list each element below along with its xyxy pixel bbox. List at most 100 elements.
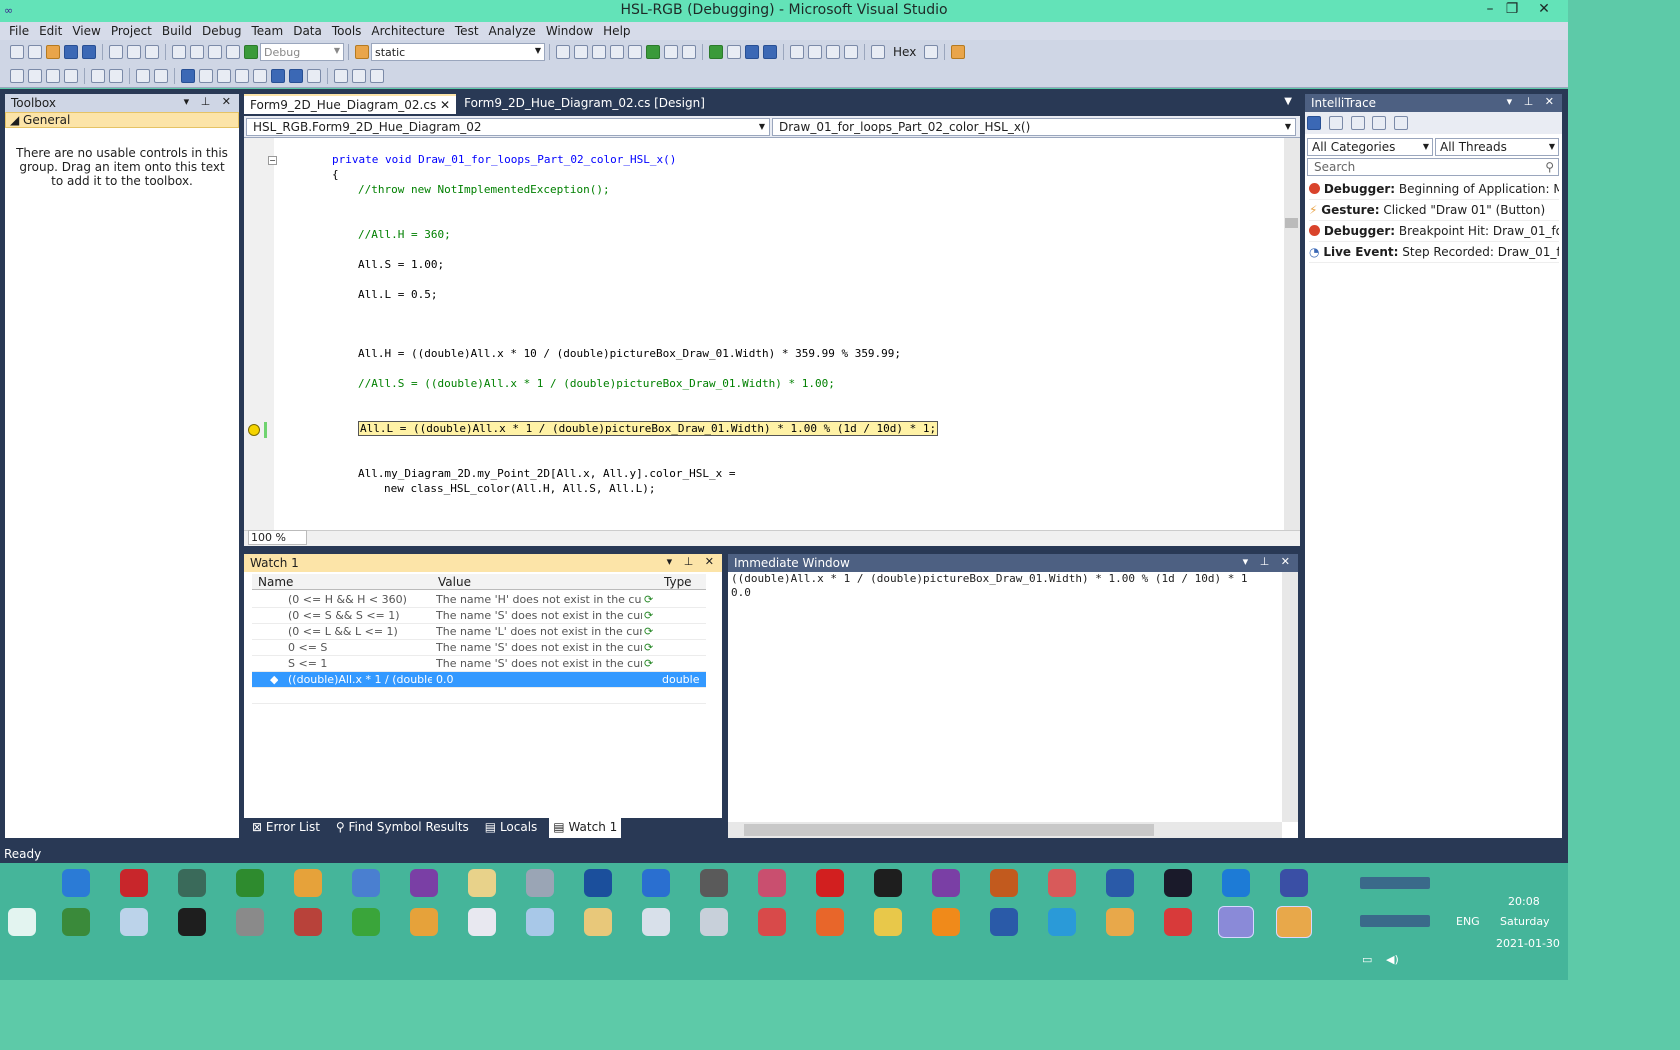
intellitrace-event[interactable]: ◔ Live Event: Step Recorded: Draw_01_for… [1309,243,1559,263]
network-icon[interactable]: ▭ [1362,953,1372,966]
flash-icon[interactable] [120,869,148,897]
quickwatch-icon[interactable] [871,45,885,59]
intellitrace-header[interactable]: IntelliTrace ▾ ⊥ ✕ [1305,94,1562,112]
threads-combo[interactable]: All Threads ▼ [1435,138,1559,156]
video-editor-icon[interactable] [932,869,960,897]
watch-value[interactable]: The name 'S' does not exist in the curre… [436,641,642,654]
calligraphy-app-icon[interactable] [990,869,1018,897]
new-project-icon[interactable] [10,45,24,59]
increase-indent-icon[interactable] [109,68,123,83]
clock-day[interactable]: Saturday [1500,915,1550,928]
menu-build[interactable]: Build [157,24,197,38]
solution-explorer-icon[interactable] [556,45,570,59]
watch-name[interactable]: (0 <= L && L <= 1) [288,625,432,638]
screen-app-icon[interactable] [1106,869,1134,897]
watch-value[interactable]: The name 'S' does not exist in the curre… [436,657,642,670]
watch-row-selected[interactable]: ◆ ((double)All.x * 1 / (double)pi 0.0 do… [252,672,706,688]
file-explorer-icon[interactable] [874,908,902,936]
properties-icon[interactable] [574,45,588,59]
events-view-icon[interactable] [1307,116,1321,130]
word-icon[interactable] [990,908,1018,936]
immediate-vertical-scrollbar[interactable] [1282,572,1298,822]
toolbar-options-icon[interactable] [370,68,384,83]
step-into-icon[interactable] [808,45,822,59]
winrar-icon[interactable] [294,908,322,936]
continue-icon[interactable] [244,45,258,59]
immediate-header[interactable]: Immediate Window ▾ ⊥ ✕ [728,554,1298,572]
parameter-info-icon[interactable] [28,68,42,83]
menu-view[interactable]: View [67,24,105,38]
intellitrace-search-input[interactable]: Search ⚲ [1307,158,1559,176]
active-files-dropdown-icon[interactable]: ▼ [1284,96,1292,107]
scroll-thumb[interactable] [744,824,1154,836]
security-app-icon[interactable] [874,869,902,897]
continue-debug-icon[interactable] [709,45,723,59]
windows-start-icon[interactable] [8,908,36,936]
watch-value[interactable]: The name 'H' does not exist in the curre… [436,593,642,606]
refresh-icon[interactable]: ⟳ [644,657,653,670]
next-bookmark-icon[interactable] [217,68,231,83]
watch-value[interactable]: The name 'L' does not exist in the curre… [436,625,642,638]
team-explorer-icon[interactable] [664,45,678,59]
open-log-icon[interactable] [1350,116,1365,130]
navigate-back-icon[interactable] [208,45,222,59]
editor-vertical-scrollbar[interactable] [1284,138,1300,530]
immediate-window[interactable]: Immediate Window ▾ ⊥ ✕ ((double)All.x * … [728,554,1298,838]
menu-team[interactable]: Team [246,24,288,38]
quick-info-icon[interactable] [46,68,60,83]
language-indicator[interactable]: ENG [1456,915,1480,928]
globe-network-icon[interactable] [352,908,380,936]
search-icon[interactable]: ⚲ [1545,159,1554,175]
watch-name[interactable]: (0 <= H && H < 360) [288,593,432,606]
intellitrace-event[interactable]: Debugger: Breakpoint Hit: Draw_01_for_l [1309,222,1559,242]
menu-window[interactable]: Window [541,24,598,38]
help-icon[interactable] [1394,116,1409,130]
watch-row[interactable]: (0 <= S && S <= 1) The name 'S' does not… [252,608,706,624]
tab-form9-code[interactable]: Form9_2D_Hue_Diagram_02.cs ✕ [244,94,457,114]
hex-toggle[interactable]: Hex [893,45,916,59]
volume-icon[interactable]: ◀) [1386,953,1399,966]
internet-explorer-icon[interactable] [62,869,90,897]
tab-find-symbol-results[interactable]: ⚲ Find Symbol Results [332,818,473,838]
close-icon[interactable]: ✕ [440,98,450,112]
green-app-icon[interactable] [236,869,264,897]
find-combo[interactable]: static ▼ [371,43,545,61]
decrease-indent-icon[interactable] [91,68,105,83]
earth-pro-icon[interactable] [700,869,728,897]
immediate-output[interactable]: ((double)All.x * 1 / (double)pictureBox_… [731,572,1248,600]
add-item-icon[interactable] [28,45,42,59]
running-app-icon[interactable] [1276,906,1312,938]
video-app-icon[interactable] [410,869,438,897]
google-earth-icon[interactable] [642,869,670,897]
toolbox-group-general[interactable]: ◢ General [5,112,239,128]
object-browser-icon[interactable] [592,45,606,59]
extension-manager-icon[interactable] [628,45,642,59]
save-all-icon[interactable] [82,45,96,59]
watch-header[interactable]: Watch 1 ▾ ⊥ ✕ [244,554,722,572]
watch-row[interactable]: (0 <= H && H < 360) The name 'H' does no… [252,592,706,608]
refresh-icon[interactable]: ⟳ [644,609,653,622]
column-header-name[interactable]: Name [258,575,293,589]
column-header-type[interactable]: Type [664,575,692,589]
redo-icon[interactable] [190,45,204,59]
clock-time[interactable]: 20:08 [1508,895,1540,908]
maximize-button[interactable]: ❐ [1498,0,1526,20]
show-next-statement-icon[interactable] [790,45,804,59]
notepad-icon[interactable] [468,869,496,897]
dev-app-icon[interactable] [584,869,612,897]
menu-tools[interactable]: Tools [327,24,367,38]
tab-watch-1[interactable]: ▤ Watch 1 [549,818,622,838]
panel-controls-icon[interactable]: ▾ ⊥ ✕ [1507,95,1558,108]
step-over-icon[interactable] [826,45,840,59]
break-all-icon[interactable] [727,45,741,59]
member-combo[interactable]: Draw_01_for_loops_Part_02_color_HSL_x() ▼ [772,118,1296,136]
refresh-icon[interactable]: ⟳ [644,593,653,606]
toolbox-icon[interactable] [610,45,624,59]
shazam-icon[interactable] [1222,869,1250,897]
toolkit-icon[interactable] [1106,908,1134,936]
copy-icon[interactable] [127,45,141,59]
find-in-files-icon[interactable] [355,45,369,59]
watch-name[interactable]: (0 <= S && S <= 1) [288,609,432,622]
tray-icons[interactable] [1360,877,1430,889]
refresh-icon[interactable]: ⟳ [644,625,653,638]
